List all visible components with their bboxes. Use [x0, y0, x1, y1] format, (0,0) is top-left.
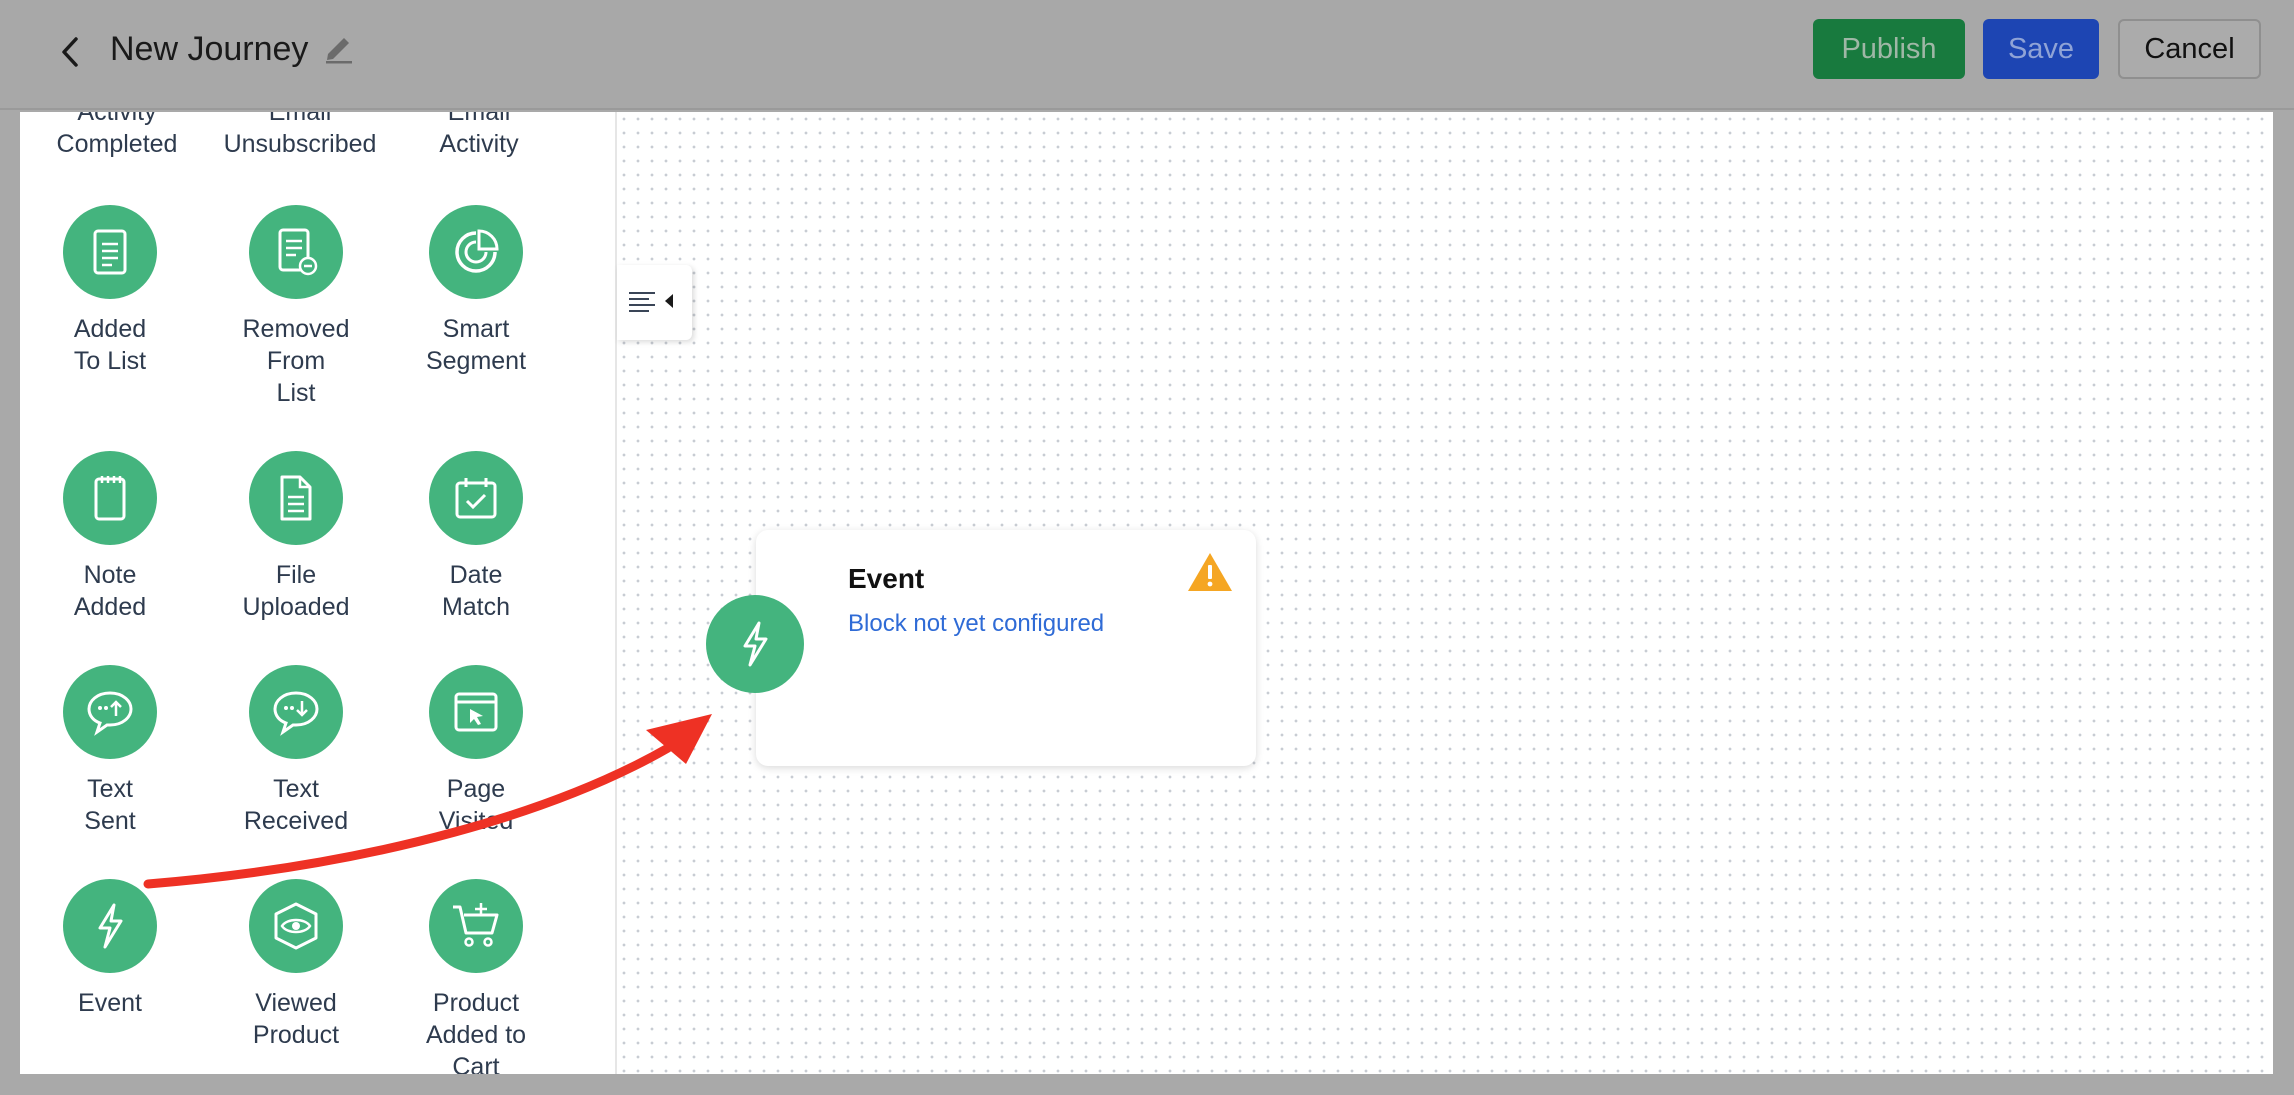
- edit-title-button[interactable]: [322, 30, 356, 64]
- trigger-product-added-to-cart[interactable]: Product Added to Cart: [386, 879, 566, 1074]
- trigger-label: Removed From List: [242, 315, 350, 407]
- browser-click-icon: [454, 692, 498, 732]
- back-button[interactable]: [52, 32, 88, 72]
- note-icon: [94, 476, 126, 521]
- trigger-label: Note Added: [73, 561, 147, 621]
- cancel-button[interactable]: Cancel: [2118, 19, 2261, 79]
- top-bar: New Journey Publish Save Cancel: [0, 0, 2294, 110]
- event-block-node[interactable]: [706, 595, 804, 693]
- event-block-card[interactable]: Event Block not yet configured: [756, 530, 1256, 766]
- trigger-icon-circle: [249, 879, 343, 973]
- warning-icon: [1188, 553, 1232, 591]
- trigger-text-received[interactable]: Text Received: [206, 665, 386, 837]
- trigger-label: Text Received: [243, 775, 349, 835]
- sidebar-toggle-button[interactable]: [617, 265, 692, 340]
- trigger-text-sent[interactable]: Text Sent: [20, 665, 200, 837]
- trigger-added-to-list[interactable]: Added To List: [20, 205, 200, 377]
- trigger-smart-segment[interactable]: Smart Segment: [386, 205, 566, 377]
- save-button[interactable]: Save: [1983, 19, 2099, 79]
- trigger-label-email-activity[interactable]: Email Activity: [389, 112, 569, 160]
- trigger-label-email-unsubscribed[interactable]: Email Unsubscribed: [210, 112, 390, 160]
- trigger-icon-circle: [429, 665, 523, 759]
- trigger-icon-circle: [249, 451, 343, 545]
- trigger-label: Smart Segment: [425, 315, 527, 375]
- chat-sent-icon: [87, 691, 133, 736]
- trigger-icon-circle: [63, 451, 157, 545]
- trigger-label: Product Added to Cart: [425, 989, 527, 1074]
- trigger-icon-circle: [429, 879, 523, 973]
- trigger-viewed-product[interactable]: Viewed Product: [206, 879, 386, 1051]
- trigger-label: Text Sent: [84, 775, 136, 835]
- block-status-link[interactable]: Block not yet configured: [848, 610, 1104, 638]
- list-icon: [93, 229, 127, 275]
- trigger-date-match[interactable]: Date Match: [386, 451, 566, 623]
- trigger-label: Page Visited: [438, 775, 514, 835]
- trigger-icon-circle: [249, 665, 343, 759]
- trigger-icon-circle: [63, 205, 157, 299]
- lightning-icon: [743, 621, 768, 667]
- trigger-icon-circle: [429, 451, 523, 545]
- trigger-label: Event: [78, 989, 142, 1017]
- pencil-icon: [326, 38, 352, 64]
- trigger-icon-circle: [429, 205, 523, 299]
- block-title: Event: [848, 563, 925, 594]
- eye-box-icon: [274, 902, 318, 950]
- chat-received-icon: [273, 691, 319, 736]
- right-overlay-strip: [2273, 110, 2294, 1095]
- chevron-left-icon: [62, 37, 78, 67]
- trigger-page-visited[interactable]: Page Visited: [386, 665, 566, 837]
- trigger-label: Viewed Product: [252, 989, 340, 1049]
- trigger-event[interactable]: Event: [20, 879, 200, 1019]
- trigger-icon-circle: [249, 205, 343, 299]
- trigger-palette: Activity Completed Email Unsubscribed Em…: [20, 112, 615, 1074]
- cart-add-icon: [453, 903, 499, 947]
- trigger-label: Added To List: [73, 315, 147, 375]
- trigger-note-added[interactable]: Note Added: [20, 451, 200, 623]
- publish-button[interactable]: Publish: [1813, 19, 1965, 79]
- trigger-label: Date Match: [441, 561, 511, 621]
- trigger-file-uploaded[interactable]: File Uploaded: [206, 451, 386, 623]
- trigger-label-activity-completed[interactable]: Activity Completed: [27, 112, 207, 160]
- trigger-label: File Uploaded: [242, 561, 350, 621]
- lightning-icon: [98, 903, 123, 949]
- trigger-removed-from-list[interactable]: Removed From List: [206, 205, 386, 409]
- list-remove-icon: [278, 228, 318, 276]
- calendar-check-icon: [455, 478, 497, 519]
- collapse-sidebar-icon: [628, 291, 673, 312]
- file-icon: [280, 475, 312, 521]
- segment-icon: [455, 229, 499, 273]
- trigger-icon-circle: [63, 665, 157, 759]
- page-title: New Journey: [110, 30, 309, 68]
- bottom-overlay-strip: [0, 1074, 2294, 1095]
- trigger-icon-circle: [63, 879, 157, 973]
